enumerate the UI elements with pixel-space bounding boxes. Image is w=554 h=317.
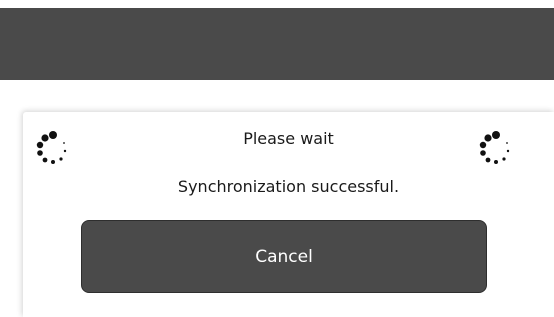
app-header-bar (0, 8, 554, 80)
cancel-button[interactable]: Cancel (81, 220, 487, 293)
dialog-title: Please wait (243, 129, 334, 148)
status-message: Synchronization successful. (177, 177, 400, 196)
loading-spinner-icon (479, 131, 510, 164)
progress-dialog: Please wait Synchronization successful. … (23, 112, 554, 317)
